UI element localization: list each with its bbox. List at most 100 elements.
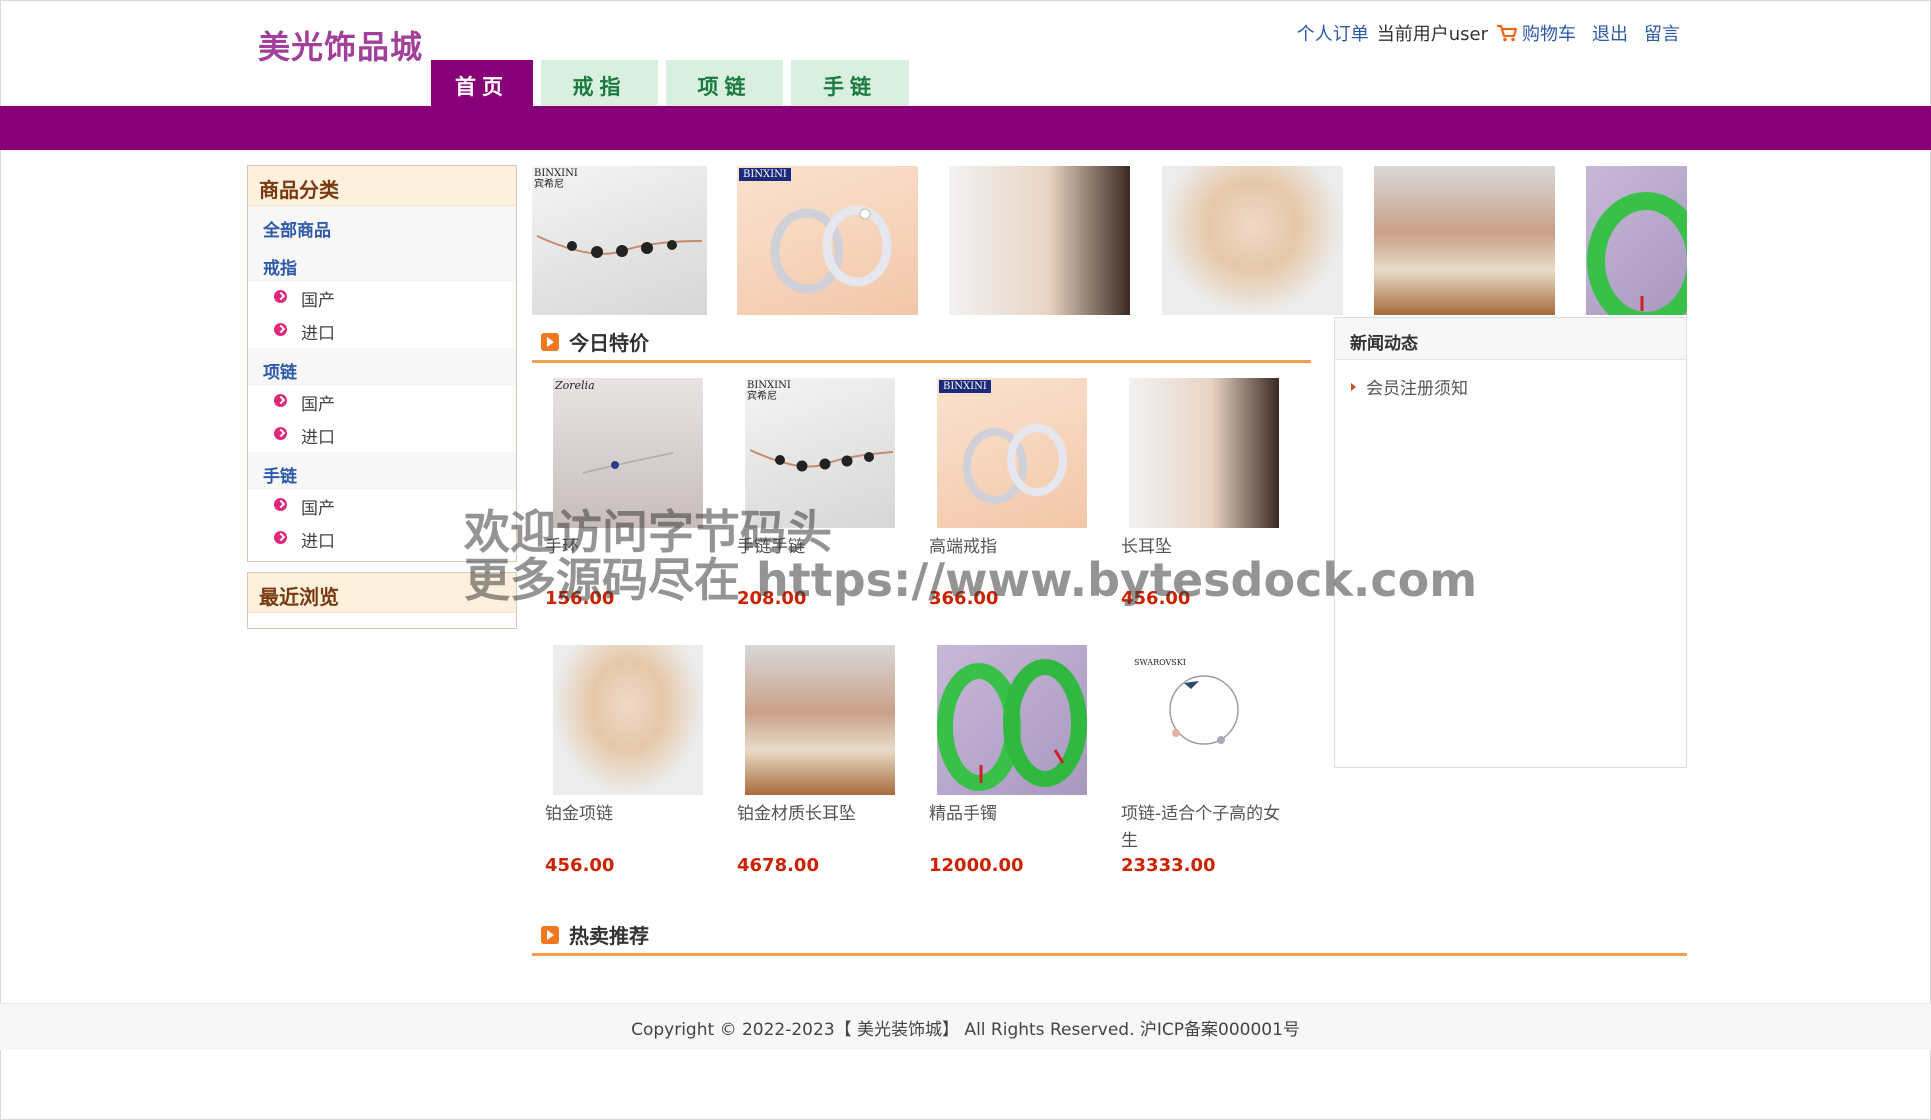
bullet-icon bbox=[274, 394, 287, 407]
recent-title: 最近浏览 bbox=[248, 573, 516, 613]
product-image[interactable]: SWAROVSKI bbox=[1129, 645, 1279, 795]
product-image[interactable]: BINXINI 宾希尼 bbox=[745, 378, 895, 528]
product-image[interactable] bbox=[745, 645, 895, 795]
category-title: 商品分类 bbox=[248, 166, 516, 206]
current-user-text: 当前用户user bbox=[1376, 24, 1488, 45]
news-box: 新闻动态 会员注册须知 bbox=[1334, 317, 1687, 768]
orders-link[interactable]: 个人订单 bbox=[1297, 20, 1369, 46]
rings-photo: BINXINI bbox=[937, 378, 1087, 528]
banner-image-longearring-model[interactable] bbox=[1374, 166, 1555, 315]
product-image[interactable]: Zorelia bbox=[553, 378, 703, 528]
bracelet-photo: BINXINI 宾希尼 bbox=[532, 166, 707, 315]
sidebar-sub-necklaces-domestic[interactable]: 国产 bbox=[248, 386, 516, 419]
cart-icon[interactable] bbox=[1496, 24, 1518, 42]
recent-box: 最近浏览 bbox=[247, 572, 517, 629]
product-image[interactable] bbox=[553, 645, 703, 795]
caret-right-icon bbox=[1351, 382, 1356, 391]
section-title: 今日特价 bbox=[569, 331, 649, 355]
banner-image-rings[interactable]: BINXINI bbox=[737, 166, 918, 315]
sidebar-sub-bracelets-imported[interactable]: 进口 bbox=[248, 523, 516, 556]
model-photo bbox=[745, 645, 895, 795]
jade-photo bbox=[1586, 166, 1687, 315]
rings-drawing bbox=[770, 205, 892, 294]
nav-band bbox=[0, 106, 1931, 150]
bracelet-drawing bbox=[749, 449, 894, 472]
bullet-icon bbox=[274, 323, 287, 336]
sidebar-sub-label: 进口 bbox=[301, 428, 335, 448]
model-photo bbox=[949, 166, 1130, 315]
sidebar-sub-necklaces-imported[interactable]: 进口 bbox=[248, 419, 516, 452]
sidebar-sub-label: 国产 bbox=[301, 499, 335, 519]
banner-image-earring-model[interactable] bbox=[949, 166, 1130, 315]
product-name[interactable]: 长耳坠 bbox=[1121, 534, 1281, 561]
banner-image-jade[interactable] bbox=[1586, 166, 1687, 315]
sidebar-group-bracelets[interactable]: 手链 bbox=[248, 452, 516, 490]
tab-bracelets[interactable]: 手链 bbox=[791, 60, 909, 106]
bracelet-drawing bbox=[582, 452, 674, 474]
necklace-photo: SWAROVSKI bbox=[1129, 645, 1279, 795]
hot-sale-header: 热卖推荐 bbox=[532, 916, 1687, 956]
jade-photo bbox=[937, 645, 1087, 795]
section-title: 热卖推荐 bbox=[569, 924, 649, 948]
bullet-icon bbox=[274, 498, 287, 511]
product-price: 23333.00 bbox=[1121, 855, 1216, 876]
product-image[interactable]: BINXINI bbox=[937, 378, 1087, 528]
bullet-icon bbox=[274, 290, 287, 303]
product-name[interactable]: 铂金材质长耳坠 bbox=[737, 801, 897, 828]
tab-necklaces[interactable]: 项链 bbox=[666, 60, 783, 106]
bracelet-photo: BINXINI 宾希尼 bbox=[745, 378, 895, 528]
arrow-square-icon bbox=[541, 925, 559, 944]
product-price: 12000.00 bbox=[929, 855, 1024, 876]
product-name[interactable]: 高端戒指 bbox=[929, 534, 1089, 561]
model-photo bbox=[1162, 166, 1343, 315]
copyright-text: Copyright © 2022-2023【 美光装饰城】 All Rights… bbox=[631, 1019, 1300, 1040]
sidebar-sub-label: 国产 bbox=[301, 395, 335, 415]
news-title: 新闻动态 bbox=[1335, 318, 1686, 360]
product-name[interactable]: 手环 bbox=[545, 534, 705, 561]
product-name[interactable]: 手链手链 bbox=[737, 534, 897, 561]
sidebar-sub-label: 国产 bbox=[301, 291, 335, 311]
product-name[interactable]: 项链-适合个子高的女生 bbox=[1121, 801, 1281, 855]
product-price: 156.00 bbox=[545, 588, 615, 609]
sidebar-sub-rings-imported[interactable]: 进口 bbox=[248, 315, 516, 348]
logout-link[interactable]: 退出 bbox=[1592, 20, 1628, 46]
necklace-drawing bbox=[1169, 675, 1239, 745]
cart-link[interactable]: 购物车 bbox=[1522, 20, 1576, 46]
jade-drawing bbox=[937, 659, 1087, 791]
category-box: 商品分类 全部商品 戒指 国产 进口 项链 国产 进口 手链 国产 进口 bbox=[247, 165, 517, 562]
news-item[interactable]: 会员注册须知 bbox=[1351, 374, 1686, 399]
banner-image-necklace-model[interactable] bbox=[1162, 166, 1343, 315]
product-image[interactable] bbox=[1129, 378, 1279, 528]
product-name[interactable]: 精品手镯 bbox=[929, 801, 1089, 828]
product-price: 4678.00 bbox=[737, 855, 819, 876]
product-price: 456.00 bbox=[1121, 588, 1191, 609]
site-logo[interactable]: 美光饰品城 bbox=[258, 22, 423, 68]
sidebar-item-all[interactable]: 全部商品 bbox=[248, 206, 516, 244]
sidebar-group-rings[interactable]: 戒指 bbox=[248, 244, 516, 282]
jade-drawing bbox=[1587, 192, 1687, 315]
sidebar-sub-bracelets-domestic[interactable]: 国产 bbox=[248, 490, 516, 523]
daily-special-header: 今日特价 bbox=[532, 323, 1311, 363]
message-link[interactable]: 留言 bbox=[1644, 20, 1680, 46]
product-price: 208.00 bbox=[737, 588, 807, 609]
tab-home[interactable]: 首页 bbox=[431, 60, 533, 106]
bullet-icon bbox=[274, 427, 287, 440]
model-photo bbox=[553, 645, 703, 795]
product-image[interactable] bbox=[937, 645, 1087, 795]
sidebar-sub-label: 进口 bbox=[301, 324, 335, 344]
news-item-label: 会员注册须知 bbox=[1366, 379, 1468, 399]
product-price: 456.00 bbox=[545, 855, 615, 876]
sidebar-sub-rings-domestic[interactable]: 国产 bbox=[248, 282, 516, 315]
sidebar-sub-label: 进口 bbox=[301, 532, 335, 552]
sidebar-group-necklaces[interactable]: 项链 bbox=[248, 348, 516, 386]
banner-image-bracelet[interactable]: BINXINI 宾希尼 bbox=[532, 166, 707, 315]
model-photo bbox=[1129, 378, 1279, 528]
footer: Copyright © 2022-2023【 美光装饰城】 All Rights… bbox=[0, 1003, 1931, 1050]
main-nav: 首页 戒指 项链 手链 bbox=[431, 60, 909, 106]
product-name[interactable]: 铂金项链 bbox=[545, 801, 705, 828]
bracelet-drawing bbox=[536, 235, 703, 258]
top-links: 个人订单 当前用户user 购物车 退出 留言 bbox=[1297, 20, 1680, 46]
rings-photo: BINXINI bbox=[737, 166, 918, 315]
model-photo bbox=[1374, 166, 1555, 315]
tab-rings[interactable]: 戒指 bbox=[541, 60, 658, 106]
